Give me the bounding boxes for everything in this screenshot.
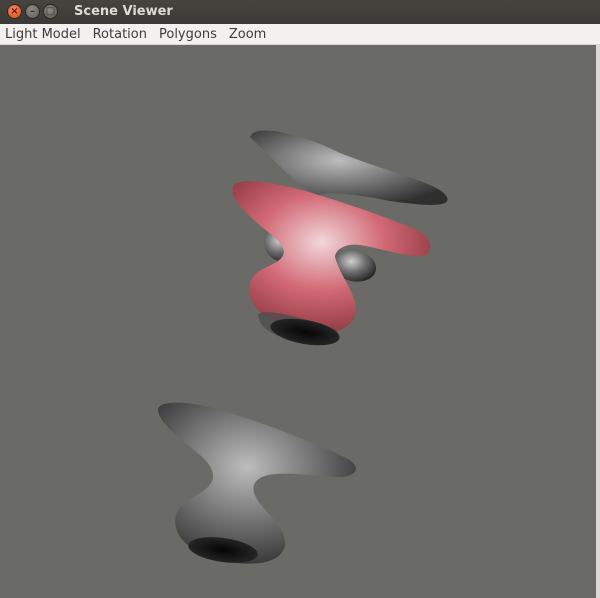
scene-viewport[interactable] <box>0 45 596 598</box>
menu-polygons[interactable]: Polygons <box>153 24 223 45</box>
shape-middle-pink <box>232 181 431 346</box>
scene-canvas[interactable] <box>0 45 596 598</box>
window-controls: × – □ <box>7 4 58 19</box>
shape-bottom-grey <box>158 402 356 564</box>
title-bar[interactable]: × – □ Scene Viewer <box>0 0 600 24</box>
window-right-border <box>596 45 600 598</box>
maximize-icon[interactable]: □ <box>43 4 58 19</box>
menu-light-model[interactable]: Light Model <box>0 24 87 45</box>
close-icon[interactable]: × <box>7 4 22 19</box>
menu-rotation[interactable]: Rotation <box>87 24 153 45</box>
minimize-icon[interactable]: – <box>25 4 40 19</box>
menu-bar: Light Model Rotation Polygons Zoom <box>0 24 600 45</box>
menu-zoom[interactable]: Zoom <box>223 24 272 45</box>
scene-viewer-window: × – □ Scene Viewer Light Model Rotation … <box>0 0 600 598</box>
window-title: Scene Viewer <box>74 4 173 19</box>
